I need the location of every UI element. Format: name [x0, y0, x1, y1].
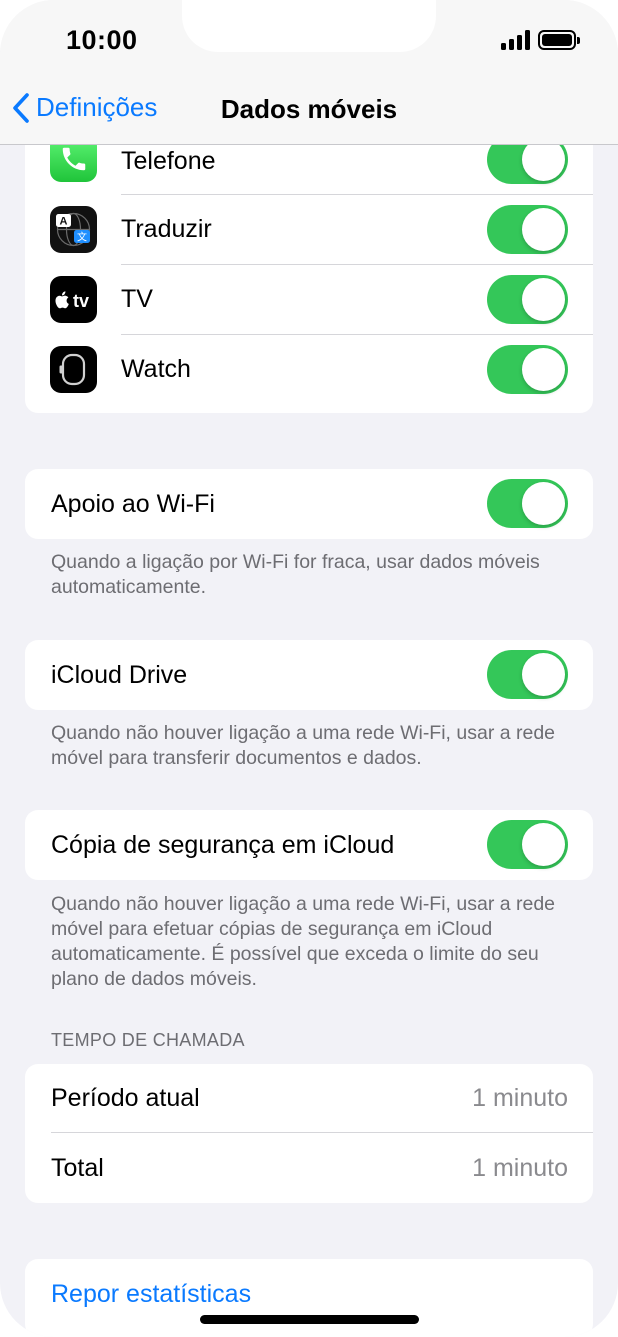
tv-toggle[interactable]: [487, 275, 568, 324]
apple-tv-icon-text: tv: [73, 291, 89, 311]
icloud-backup-label: Cópia de segurança em iCloud: [51, 830, 395, 859]
translate-icon-letter-b: 文: [77, 231, 87, 244]
status-icons: [501, 30, 580, 50]
traduzir-toggle[interactable]: [487, 205, 568, 254]
navigation-bar: Definições Dados móveis: [0, 80, 618, 145]
watch-toggle[interactable]: [487, 345, 568, 394]
icloud-backup-row: Cópia de segurança em iCloud: [25, 810, 593, 880]
app-name: TV: [121, 285, 153, 313]
wifi-assist-toggle[interactable]: [487, 479, 568, 528]
icloud-backup-card: Cópia de segurança em iCloud: [25, 810, 593, 880]
total-row: Total 1 minuto: [25, 1133, 593, 1203]
battery-icon: [538, 30, 580, 50]
icloud-drive-footnote: Quando não houver ligação a uma rede Wi-…: [51, 722, 556, 769]
apps-cellular-list: Telefone A 文 Traduzir tv TV Watch: [25, 135, 593, 413]
current-period-label: Período atual: [51, 1084, 200, 1112]
app-name: Traduzir: [121, 215, 212, 243]
phone-screen: 10:00 Definições Dados móveis Telefone A…: [0, 0, 618, 1337]
list-item-tv: tv TV: [25, 265, 593, 335]
icloud-backup-toggle[interactable]: [487, 820, 568, 869]
wifi-assist-card: Apoio ao Wi-Fi: [25, 469, 593, 539]
current-period-row: Período atual 1 minuto: [25, 1064, 593, 1133]
translate-icon-letter-a: A: [60, 216, 68, 228]
icloud-drive-card: iCloud Drive: [25, 640, 593, 710]
app-name: Watch: [121, 355, 191, 383]
list-item-watch: Watch: [25, 335, 593, 405]
home-indicator[interactable]: [200, 1315, 419, 1324]
list-item-traduzir: A 文 Traduzir: [25, 195, 593, 265]
current-period-value: 1 minuto: [472, 1084, 568, 1112]
watch-icon: [50, 346, 97, 393]
translate-icon: A 文: [50, 206, 97, 253]
apple-tv-icon: tv: [50, 276, 97, 323]
reset-statistics-card: Repor estatísticas: [25, 1259, 593, 1337]
app-name: Telefone: [121, 147, 216, 175]
total-label: Total: [51, 1153, 104, 1182]
icloud-drive-label: iCloud Drive: [51, 660, 188, 689]
wifi-assist-label: Apoio ao Wi-Fi: [51, 489, 215, 518]
dynamic-island-notch: [182, 0, 436, 52]
icloud-drive-toggle[interactable]: [487, 650, 568, 699]
call-time-section-header: TEMPO DE CHAMADA: [51, 1030, 245, 1050]
wifi-assist-row: Apoio ao Wi-Fi: [25, 469, 593, 539]
status-time: 10:00: [66, 25, 138, 55]
reset-statistics-button[interactable]: Repor estatísticas: [51, 1280, 251, 1309]
page-title: Dados móveis: [220, 94, 398, 124]
cellular-signal-icon: [501, 30, 530, 50]
total-value: 1 minuto: [472, 1153, 568, 1182]
wifi-assist-footnote: Quando a ligação por Wi-Fi for fraca, us…: [51, 551, 540, 598]
icloud-backup-footnote: Quando não houver ligação a uma rede Wi-…: [51, 893, 556, 990]
icloud-drive-row: iCloud Drive: [25, 640, 593, 710]
call-time-card: Período atual 1 minuto Total 1 minuto: [25, 1064, 593, 1203]
